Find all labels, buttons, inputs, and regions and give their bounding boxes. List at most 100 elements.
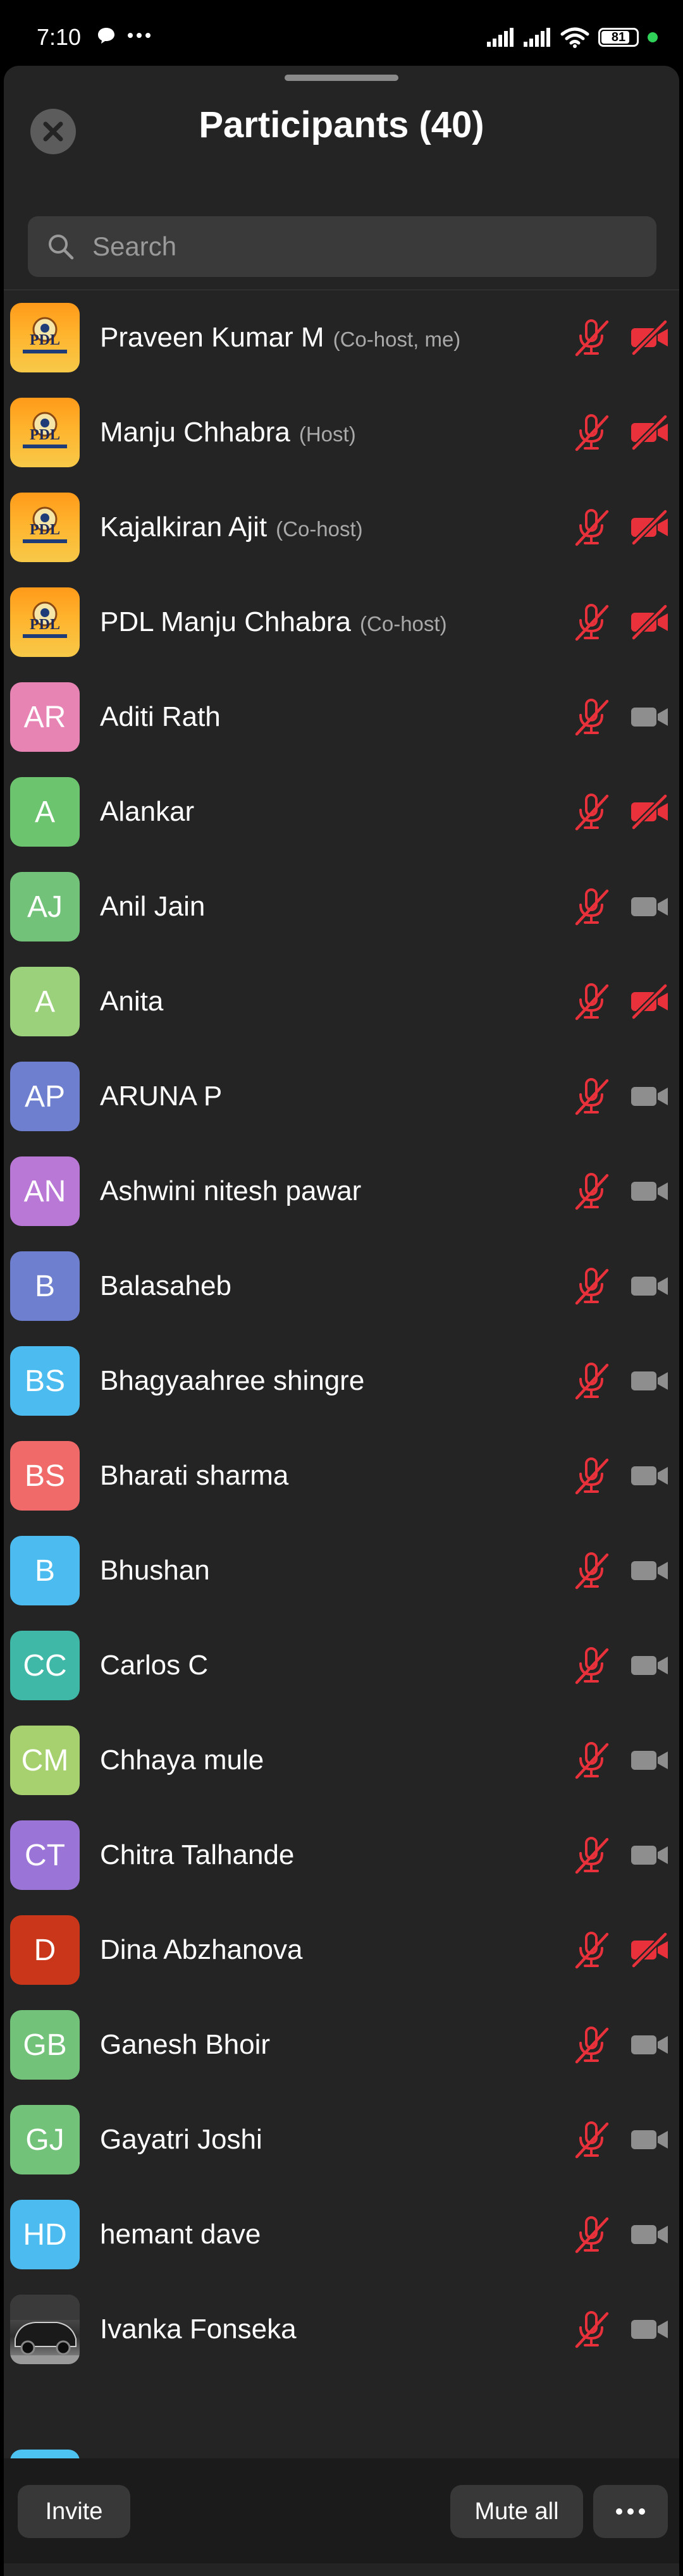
participant-status-icons (570, 1997, 670, 2092)
video-off-icon (631, 414, 668, 451)
status-left-icons (96, 25, 152, 46)
participant-name: Bhushan (100, 1555, 210, 1586)
participant-name: Alankar (100, 796, 195, 827)
video-icon (631, 1182, 668, 1201)
avatar-initials: AJ (27, 890, 63, 924)
drag-handle[interactable] (285, 75, 398, 81)
mic-muted-icon (575, 509, 609, 546)
participant-status-icons (570, 1713, 670, 1808)
participant-status-icons (570, 2187, 670, 2282)
participant-status-icons (570, 1239, 670, 1334)
avatar-initials: BS (24, 1459, 66, 1493)
participant-row[interactable]: PDL Manju Chhabra (Host) (4, 385, 679, 480)
participant-row[interactable]: HD hemant dave (4, 2187, 679, 2282)
participant-row[interactable]: AP ARUNA P (4, 1049, 679, 1144)
participant-row[interactable]: B Balasaheb (4, 1239, 679, 1334)
chat-bubble-icon (98, 28, 114, 44)
video-icon (631, 897, 668, 916)
mic-muted-icon (575, 1268, 609, 1305)
mute-all-button[interactable]: Mute all (450, 2485, 583, 2538)
participant-row[interactable]: PDL Praveen Kumar M (Co-host, me) (4, 290, 679, 385)
video-off-icon (631, 1931, 668, 1969)
participant-role: (Co-host) (276, 517, 363, 541)
search-bar[interactable] (28, 216, 656, 277)
video-icon (631, 1466, 668, 1485)
mic-muted-icon (575, 604, 609, 641)
avatar-logo-text: PDL (30, 427, 60, 443)
participant-status-icons (570, 385, 670, 480)
participant-name: Anil Jain (100, 891, 206, 922)
more-options-button[interactable] (593, 2485, 668, 2538)
participant-row[interactable]: GB Ganesh Bhoir (4, 1997, 679, 2092)
participant-row[interactable]: AN Ashwini nitesh pawar (4, 1144, 679, 1239)
participant-row[interactable]: D Dina Abzhanova (4, 1903, 679, 1997)
video-icon (631, 1561, 668, 1580)
video-off-icon (631, 319, 668, 357)
avatar: B (10, 1536, 80, 1605)
participant-list: PDL Praveen Kumar M (Co-host, me) PDL Manju … (4, 290, 679, 2459)
participant-row[interactable]: A Anita (4, 954, 679, 1049)
battery-icon: 81 (598, 28, 639, 47)
avatar: HD (10, 2200, 80, 2269)
avatar-logo: PDL (10, 493, 80, 562)
avatar: A (10, 777, 80, 847)
participant-row[interactable]: BS Bhagyaahree shingre (4, 1334, 679, 1428)
participant-name: Dina Abzhanova (100, 1934, 303, 1965)
participant-row[interactable]: AR Aditi Rath (4, 670, 679, 764)
participant-status-icons (570, 670, 670, 764)
participant-row[interactable]: CC Carlos C (4, 1618, 679, 1713)
participant-row[interactable]: B Bhushan (4, 1523, 679, 1618)
participant-row[interactable]: PDL Kajalkiran Ajit (Co-host) (4, 480, 679, 575)
avatar: BS (10, 1441, 80, 1511)
participant-status-icons (570, 1144, 670, 1239)
participant-name: Aditi Rath (100, 701, 221, 732)
video-off-icon (631, 983, 668, 1021)
avatar: AR (10, 682, 80, 752)
avatar: D (10, 1915, 80, 1985)
participant-name: Balasaheb (100, 1270, 231, 1301)
participant-row[interactable]: AJ Anil Jain (4, 859, 679, 954)
participant-name: Chitra Talhande (100, 1839, 295, 1870)
avatar-photo (10, 2295, 80, 2364)
participant-status-icons (570, 1049, 670, 1144)
participant-row[interactable]: PDL PDL Manju Chhabra (Co-host) (4, 575, 679, 670)
avatar: CC (10, 1631, 80, 1700)
participant-status-icons (570, 480, 670, 575)
search-input[interactable] (91, 231, 637, 262)
avatar: B (10, 1251, 80, 1321)
invite-button[interactable]: Invite (18, 2485, 130, 2538)
page-title: Participants (40) (199, 104, 484, 145)
participant-row[interactable]: GJ Gayatri Joshi (4, 2092, 679, 2187)
participant-row[interactable]: CT Chitra Talhande (4, 1808, 679, 1903)
participant-name: ARUNA P (100, 1081, 223, 1112)
participant-row[interactable]: Ivanka Fonseka (4, 2282, 679, 2377)
more-dots-icon (128, 33, 151, 38)
avatar: BS (10, 1346, 80, 1416)
participant-role: (Co-host) (360, 612, 447, 635)
participant-name: Praveen Kumar M (100, 322, 324, 353)
participant-name: Carlos C (100, 1650, 209, 1681)
participant-name: Ivanka Fonseka (100, 2314, 297, 2345)
participant-row[interactable]: CM Chhaya mule (4, 1713, 679, 1808)
mic-muted-icon (575, 1837, 609, 1874)
avatar-initials: GB (23, 2028, 67, 2062)
mic-muted-icon (575, 1552, 609, 1590)
participant-status-icons (570, 290, 670, 385)
bottom-toolbar: Invite Mute all (4, 2458, 679, 2563)
mic-muted-icon (575, 1457, 609, 1495)
avatar-initials: BS (24, 1364, 66, 1398)
signal-icon (524, 28, 550, 47)
participant-row[interactable]: A Alankar (4, 764, 679, 859)
participant-name: Gayatri Joshi (100, 2124, 262, 2155)
car-photo-icon (10, 2295, 80, 2364)
avatar-initials: B (34, 1269, 55, 1303)
avatar-initials: CC (23, 1648, 67, 1683)
invite-label: Invite (45, 2498, 103, 2525)
participant-name: Ganesh Bhoir (100, 2029, 271, 2060)
participant-status-icons (570, 954, 670, 1049)
avatar-initials: CT (25, 1838, 65, 1872)
green-dot-indicator (648, 32, 658, 42)
avatar: AJ (10, 872, 80, 941)
participant-row[interactable]: BS Bharati sharma (4, 1428, 679, 1523)
status-right-icons: 81 (487, 27, 658, 48)
